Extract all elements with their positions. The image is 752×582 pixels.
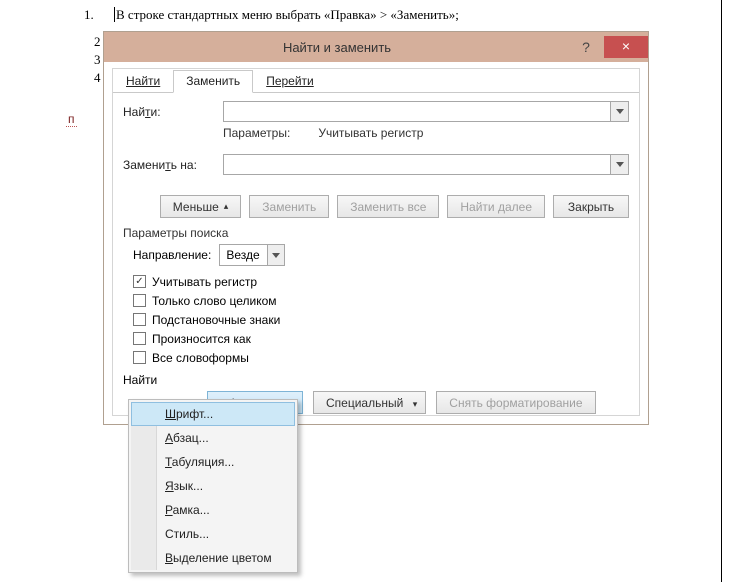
no-formatting-button[interactable]: Снять форматирование: [436, 391, 595, 414]
direction-value: Везде: [226, 248, 259, 262]
close-dialog-button[interactable]: Закрыть: [553, 195, 629, 218]
dialog-tabs: Найти Заменить Перейти: [113, 69, 639, 93]
tab-goto[interactable]: Перейти: [253, 70, 327, 93]
word-forms-label: Все словоформы: [152, 351, 249, 365]
direction-arrow[interactable]: [267, 245, 284, 265]
list-number: 1.: [84, 7, 94, 23]
sounds-like-checkbox[interactable]: [133, 332, 146, 345]
dialog-title: Найти и заменить: [104, 40, 570, 55]
search-options-label: Параметры поиска: [113, 226, 639, 242]
wildcards-checkbox[interactable]: [133, 313, 146, 326]
menu-item-tabs[interactable]: Табуляция...: [131, 450, 295, 474]
special-button[interactable]: Специальный▾: [313, 391, 426, 414]
replace-all-button[interactable]: Заменить все: [337, 195, 439, 218]
replace-button[interactable]: Заменить: [249, 195, 329, 218]
find-dropdown-arrow[interactable]: [610, 102, 628, 121]
menu-item-font[interactable]: Шрифт...: [131, 402, 295, 426]
find-input[interactable]: [223, 101, 629, 122]
find-section-label: Найти: [113, 371, 639, 391]
find-replace-dialog: Найти и заменить ? × Найти Заменить Пере…: [103, 31, 649, 425]
menu-item-highlight[interactable]: Выделение цветом: [131, 546, 295, 570]
tab-replace[interactable]: Заменить: [173, 70, 253, 93]
tab-find[interactable]: Найти: [113, 70, 173, 93]
find-label: Найти:: [123, 105, 223, 119]
close-button[interactable]: ×: [604, 36, 648, 58]
list-numbers-partial: 2 3 4: [94, 33, 101, 87]
replace-label: Заменить на:: [123, 158, 223, 172]
find-next-button[interactable]: Найти далее: [447, 195, 545, 218]
body-text: В строке стандартных меню выбрать «Правк…: [116, 7, 459, 22]
wildcards-label: Подстановочные знаки: [152, 313, 280, 327]
replace-input[interactable]: [223, 154, 629, 175]
paragraph-mark: п: [66, 112, 77, 127]
less-button[interactable]: Меньше▴: [160, 195, 242, 218]
dialog-titlebar[interactable]: Найти и заменить ? ×: [104, 32, 648, 62]
word-forms-checkbox[interactable]: [133, 351, 146, 364]
format-dropdown-menu: Шрифт... Абзац... Табуляция... Язык... Р…: [128, 399, 298, 573]
match-case-checkbox[interactable]: [133, 275, 146, 288]
document-line-1: 1. В строке стандартных меню выбрать «Пр…: [86, 7, 459, 23]
replace-dropdown-arrow[interactable]: [610, 155, 628, 174]
direction-select[interactable]: Везде: [219, 244, 285, 266]
dialog-body: Найти Заменить Перейти Найти: Параметры:…: [112, 68, 640, 416]
find-options-display: Параметры: Учитывать регистр: [223, 126, 629, 140]
whole-word-label: Только слово целиком: [152, 294, 277, 308]
direction-label: Направление:: [133, 248, 211, 262]
whole-word-checkbox[interactable]: [133, 294, 146, 307]
menu-item-style[interactable]: Стиль...: [131, 522, 295, 546]
menu-item-paragraph[interactable]: Абзац...: [131, 426, 295, 450]
help-button[interactable]: ?: [570, 36, 602, 58]
menu-item-frame[interactable]: Рамка...: [131, 498, 295, 522]
menu-item-language[interactable]: Язык...: [131, 474, 295, 498]
match-case-label: Учитывать регистр: [152, 275, 257, 289]
sounds-like-label: Произносится как: [152, 332, 251, 346]
